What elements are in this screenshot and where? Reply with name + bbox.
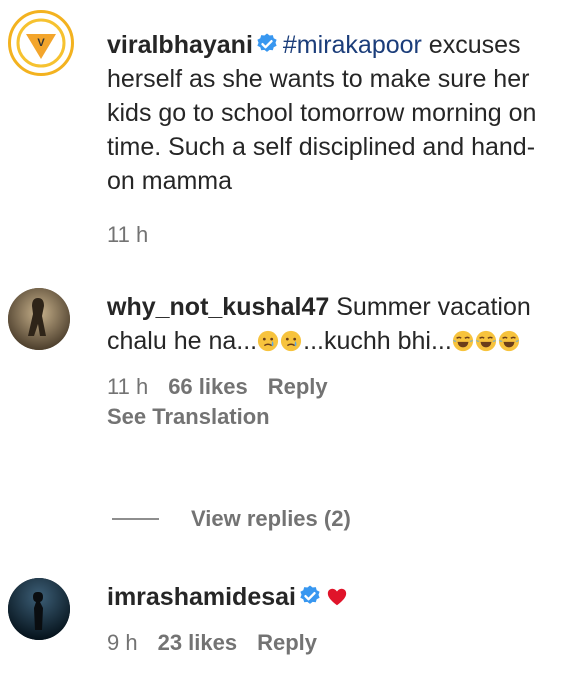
svg-text:V: V bbox=[37, 37, 45, 49]
username[interactable]: why_not_kushal47 bbox=[107, 293, 329, 321]
view-replies-button[interactable]: View replies (2) bbox=[112, 504, 351, 534]
likes-count[interactable]: 66 likes bbox=[168, 374, 248, 399]
username[interactable]: viralbhayani bbox=[107, 31, 253, 59]
comment-meta: 11 h bbox=[107, 220, 557, 250]
see-translation-link[interactable]: See Translation bbox=[107, 402, 557, 432]
tears-of-joy-icon bbox=[475, 330, 496, 352]
verified-badge-icon bbox=[300, 585, 320, 604]
avatar-viralbhayani[interactable]: V bbox=[8, 10, 74, 76]
tears-of-joy-icon bbox=[498, 330, 519, 352]
timestamp[interactable]: 11 h bbox=[107, 222, 148, 247]
username[interactable]: imrashamidesai bbox=[107, 583, 296, 611]
timestamp[interactable]: 11 h bbox=[107, 374, 148, 399]
avatar-why-not-kushal47[interactable] bbox=[8, 288, 70, 350]
hashtag-link[interactable]: #mirakapoor bbox=[283, 31, 422, 59]
comment-text: why_not_kushal47 Summer vacation chalu h… bbox=[107, 290, 557, 358]
tears-of-joy-icon bbox=[452, 330, 473, 352]
crying-face-icon bbox=[258, 330, 279, 352]
timestamp[interactable]: 9 h bbox=[107, 630, 138, 655]
comment-meta: 9 h 23 likes Reply bbox=[107, 628, 557, 658]
comment-text: imrashamidesai bbox=[107, 580, 557, 614]
avatar-photo bbox=[8, 288, 70, 350]
reply-button[interactable]: Reply bbox=[257, 630, 317, 655]
comment-meta: 11 h 66 likes Reply bbox=[107, 372, 557, 402]
reply-button[interactable]: Reply bbox=[268, 374, 328, 399]
avatar-imrashamidesai[interactable] bbox=[8, 578, 70, 640]
avatar-photo bbox=[8, 578, 70, 640]
comment-text: viralbhayani #mirakapoor excuses herself … bbox=[107, 28, 557, 198]
crying-face-icon bbox=[281, 330, 302, 352]
likes-count[interactable]: 23 likes bbox=[158, 630, 238, 655]
viral-logo-icon: V bbox=[16, 18, 66, 68]
comment-body-part2: ...kuchh bhi... bbox=[303, 327, 452, 355]
view-replies-label: View replies (2) bbox=[191, 506, 351, 531]
verified-badge-icon bbox=[257, 33, 277, 52]
replies-divider bbox=[112, 518, 159, 520]
red-heart-icon bbox=[327, 588, 347, 606]
